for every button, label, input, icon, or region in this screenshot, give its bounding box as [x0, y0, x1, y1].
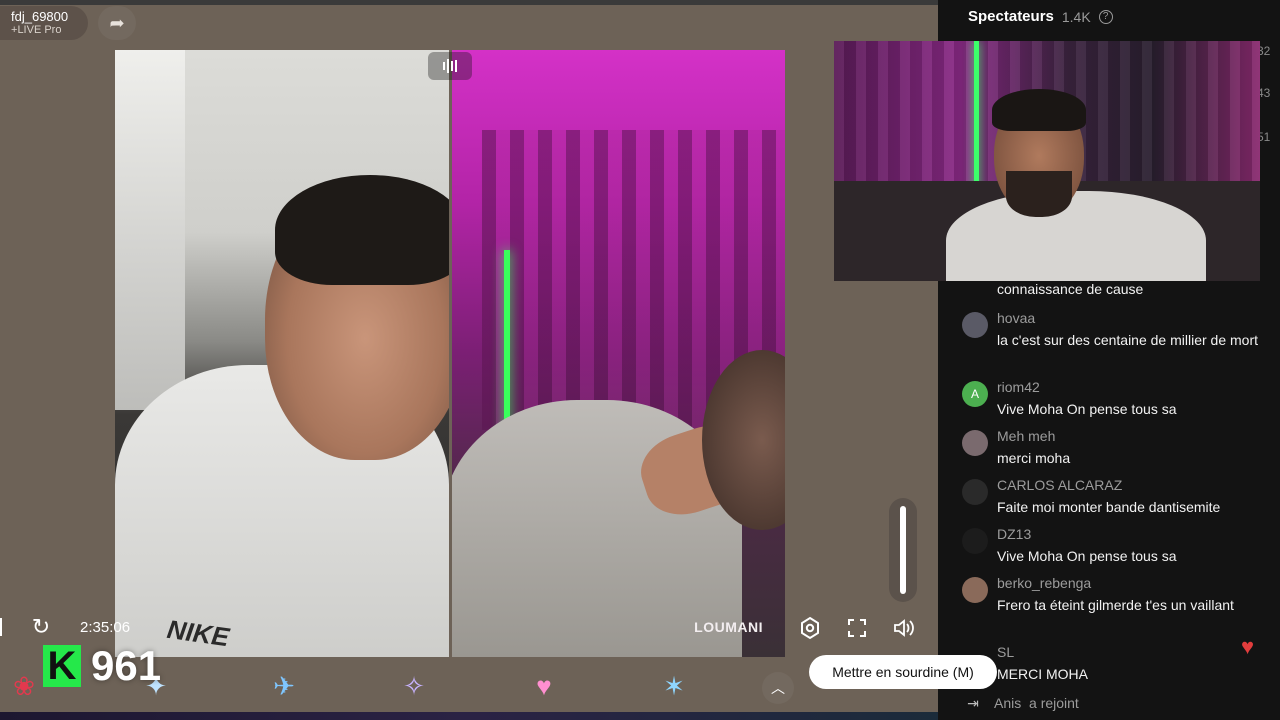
elapsed-time: 2:35:06	[80, 619, 131, 636]
left-video-hair	[275, 175, 449, 285]
volume-slider[interactable]	[889, 498, 917, 602]
sparkle-icon: ✶	[663, 670, 685, 701]
chat-text: merci moha	[997, 450, 1071, 466]
webcam-hair	[992, 89, 1086, 131]
heart-icon[interactable]: ♥	[1241, 634, 1254, 660]
share-arrow-icon: ➦	[109, 12, 125, 33]
unicorn-icon: ✧	[403, 670, 425, 701]
chat-text: MERCI MOHA	[997, 666, 1088, 682]
viewers-title: Spectateurs	[968, 8, 1054, 25]
streamer-webcam	[834, 41, 1260, 281]
guest-name-label: LOUMANI	[694, 619, 763, 635]
expand-gifts-button[interactable]: ︿	[762, 672, 794, 704]
reload-button[interactable]: ↻	[28, 614, 54, 640]
question-icon[interactable]: ?	[1098, 9, 1113, 24]
avatar[interactable]	[962, 479, 988, 505]
chat-text: Vive Moha On pense tous sa	[997, 401, 1177, 417]
gift-star[interactable]: ✶	[656, 668, 692, 704]
gift-rose[interactable]: ❀	[6, 668, 42, 704]
gift-jet[interactable]: ✈	[266, 668, 302, 704]
streamer-subtitle: +LIVE Pro	[11, 24, 62, 36]
streamer-chip[interactable]: fdj_69800 +LIVE Pro	[0, 6, 88, 40]
avatar[interactable]	[962, 430, 988, 456]
settings-button[interactable]	[796, 614, 824, 642]
gift-heart-hands[interactable]: ♥	[526, 668, 562, 704]
top-strip	[0, 0, 938, 5]
chat-username[interactable]: hovaa	[997, 310, 1035, 326]
left-video-wall	[115, 50, 185, 410]
webcam-person	[946, 191, 1206, 281]
avatar[interactable]	[962, 528, 988, 554]
chat-username[interactable]: DZ13	[997, 526, 1031, 542]
right-video-neon	[504, 250, 510, 440]
viewer-counter-overlay: K 961	[43, 642, 162, 689]
viewers-count: 1.4K	[1061, 8, 1091, 25]
webcam-beard	[1006, 171, 1072, 217]
chat-username[interactable]: CARLOS ALCARAZ	[997, 477, 1122, 493]
speaker-icon	[894, 619, 914, 637]
chat-message-previous: connaissance de cause	[997, 281, 1144, 297]
chat-username[interactable]: Meh meh	[997, 428, 1055, 444]
chat-text: la c'est sur des centaine de millier de …	[997, 332, 1259, 348]
gift-unicorn[interactable]: ✧	[396, 668, 432, 704]
rose-icon: ❀	[13, 670, 35, 701]
counter-value: 961	[91, 642, 162, 689]
right-video-feed: LOUMANI	[452, 50, 785, 657]
reload-icon: ↻	[31, 614, 51, 639]
chat-text: Vive Moha On pense tous sa	[997, 548, 1177, 564]
avatar[interactable]	[962, 312, 988, 338]
fullscreen-button[interactable]	[843, 614, 871, 642]
jet-icon: ✈	[273, 670, 295, 701]
left-video-feed: NIKE	[115, 50, 449, 657]
mute-tooltip: Mettre en sourdine (M)	[809, 655, 997, 689]
avatar[interactable]: A	[962, 381, 988, 407]
chat-text: Faite moi monter bande dantisemite	[997, 499, 1221, 515]
streamer-name: fdj_69800	[11, 9, 69, 24]
chat-username[interactable]: SL	[997, 644, 1014, 660]
viewers-header: Spectateurs 1.4K ?	[968, 8, 1113, 25]
volume-level-fill[interactable]	[900, 506, 906, 594]
avatar[interactable]	[962, 577, 988, 603]
share-button[interactable]: ➦	[98, 6, 136, 40]
k-badge: K	[43, 644, 81, 688]
edge-marker	[0, 618, 2, 636]
enter-icon: ⇥	[967, 694, 979, 711]
chat-username[interactable]: berko_rebenga	[997, 575, 1091, 591]
join-notice: ⇥ Anis a rejoint	[962, 694, 1079, 712]
fullscreen-icon	[848, 619, 866, 637]
layout-bars-icon[interactable]	[428, 52, 472, 80]
gear-icon	[801, 616, 819, 640]
chat-text: Frero ta éteint gilmerde t'es un vaillan…	[997, 597, 1234, 613]
mute-button[interactable]	[890, 614, 918, 642]
bottom-strip	[0, 712, 938, 720]
join-text: Anis a rejoint	[994, 695, 1079, 711]
chat-username[interactable]: riom42	[997, 379, 1040, 395]
chevron-up-icon: ︿	[771, 680, 785, 696]
heart-hands-icon: ♥	[536, 670, 552, 701]
